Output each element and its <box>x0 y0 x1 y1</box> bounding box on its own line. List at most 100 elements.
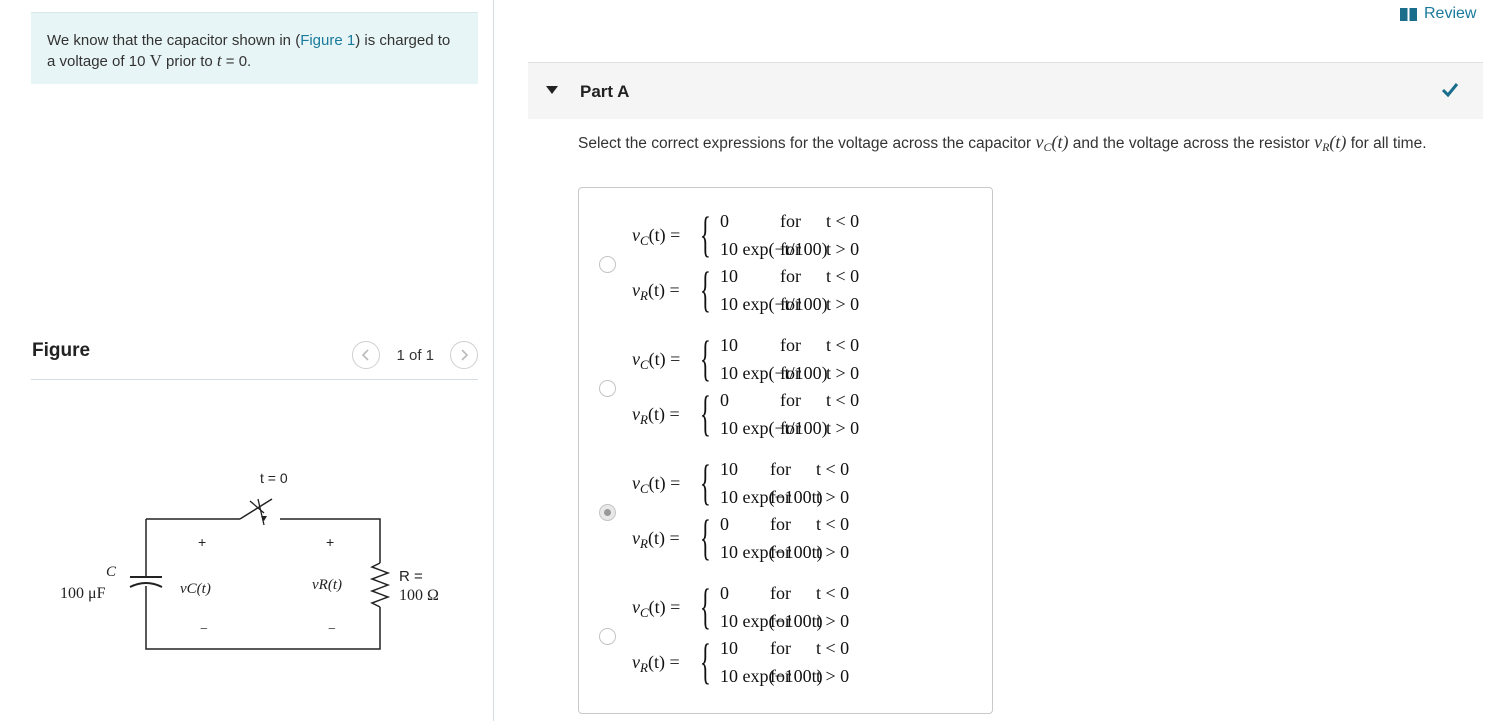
case-for: for <box>770 514 791 534</box>
book-icon <box>1400 7 1417 21</box>
vr-equation: vR(t) ={10 for t < 0 10 exp(−t/100) for t > 0 <box>632 261 972 319</box>
brace-symbol: { <box>700 330 711 386</box>
case-for: for <box>770 611 791 631</box>
radio-button[interactable] <box>599 628 616 645</box>
prev-figure-button[interactable] <box>352 341 381 369</box>
vr-equation: vR(t) ={0 for t < 0 10 exp(−100t) for t > 0 <box>632 509 972 567</box>
radio-button[interactable] <box>599 504 616 521</box>
radio-button[interactable] <box>599 256 616 273</box>
vc-equation: vC(t) ={0 for t < 0 10 exp(−t/100) for t > 0 <box>632 206 972 264</box>
lhs-var: v <box>632 528 640 548</box>
case-condition: t < 0 <box>816 583 850 603</box>
vr-equation: vR(t) ={0 for t < 0 10 exp(−t/100) for t > 0 <box>632 385 972 443</box>
lhs-arg: (t) = <box>648 349 681 369</box>
problem-intro: We know that the capacitor shown in (Fig… <box>31 12 478 84</box>
lhs-arg: (t) = <box>648 473 681 493</box>
intro-unit: V <box>149 51 162 70</box>
equation-lhs: vR(t) = <box>632 404 680 428</box>
answer-option-2[interactable]: vC(t) ={10 for t < 0 10 exp(−t/100) for t > 0… <box>579 312 992 441</box>
lhs-sub: C <box>640 357 649 372</box>
case-for: for <box>780 239 801 259</box>
resistor-symbol: R = <box>399 568 423 585</box>
case-for: for <box>770 459 791 479</box>
left-pane: We know that the capacitor shown in (Fig… <box>0 0 494 721</box>
question-vr: vR(t) <box>1314 132 1347 154</box>
case-expression: 10 exp(−t/100) <box>720 363 828 383</box>
lhs-arg: (t) = <box>647 652 680 672</box>
case-for: for <box>780 390 801 410</box>
chevron-left-icon <box>362 349 370 361</box>
answer-option-1[interactable]: vC(t) ={0 for t < 0 10 exp(−t/100) for t > 0v… <box>579 188 992 317</box>
lhs-arg: (t) = <box>647 528 680 548</box>
vc-sub: C <box>1043 140 1052 154</box>
lhs-var: v <box>632 225 640 245</box>
lhs-sub: R <box>640 288 648 303</box>
lhs-sub: C <box>640 233 649 248</box>
vc-plus: + <box>198 534 206 550</box>
capacitor-symbol: C <box>106 564 117 580</box>
question-text-1: Select the correct expressions for the v… <box>578 135 1036 152</box>
answer-option-4[interactable]: vC(t) ={0 for t < 0 10 exp(−100t) for t > 0 vR… <box>579 560 992 689</box>
equation-lhs: vC(t) = <box>632 225 680 249</box>
lhs-sub: R <box>640 412 648 427</box>
case-condition: t > 0 <box>826 239 860 259</box>
figure-pager: 1 of 1 <box>352 340 478 370</box>
brace-symbol: { <box>700 633 711 689</box>
question-text: Select the correct expressions for the v… <box>578 131 1458 158</box>
vc-equation: vC(t) ={10 for t < 0 10 exp(−t/100) for t > 0 <box>632 330 972 388</box>
lhs-arg: (t) = <box>647 280 680 300</box>
case-for: for <box>780 211 801 231</box>
case-expression: 10 <box>720 459 738 479</box>
switch-label: t = 0 <box>260 470 288 486</box>
case-for: for <box>770 666 791 686</box>
case-expression: 0 <box>720 211 729 231</box>
case-expression: 0 <box>720 583 729 603</box>
case-condition: t < 0 <box>816 638 850 658</box>
lhs-arg: (t) = <box>647 404 680 424</box>
case-condition: t < 0 <box>816 459 850 479</box>
part-a-header[interactable]: Part A <box>528 62 1483 119</box>
case-for: for <box>780 266 801 286</box>
equation-lhs: vR(t) = <box>632 528 680 552</box>
case-expression: 10 <box>720 638 738 658</box>
case-for: for <box>780 335 801 355</box>
lhs-var: v <box>632 404 640 424</box>
lhs-sub: R <box>640 536 648 551</box>
figure-header: Figure 1 of 1 <box>31 336 478 380</box>
case-condition: t < 0 <box>826 390 860 410</box>
case-for: for <box>770 638 791 658</box>
case-condition: t > 0 <box>826 363 860 383</box>
case-condition: t < 0 <box>816 514 850 534</box>
answer-options: vC(t) ={0 for t < 0 10 exp(−t/100) for t > 0v… <box>578 187 993 714</box>
vr-arg: (t) <box>1329 132 1347 152</box>
answer-option-3[interactable]: vC(t) ={10 for t < 0 10 exp(−100t) for t > 0v… <box>579 436 992 565</box>
case-condition: t > 0 <box>816 666 850 686</box>
figure-link[interactable]: Figure 1 <box>300 32 355 49</box>
case-expression: 10 <box>720 335 738 355</box>
intro-text-4: = 0. <box>221 53 252 70</box>
lhs-var: v <box>632 652 640 672</box>
brace-symbol: { <box>700 206 711 262</box>
brace-symbol: { <box>700 454 711 510</box>
equation-lhs: vC(t) = <box>632 349 680 373</box>
case-expression: 0 <box>720 390 729 410</box>
radio-button[interactable] <box>599 380 616 397</box>
review-link[interactable]: Review <box>1400 5 1476 23</box>
case-condition: t < 0 <box>826 335 860 355</box>
vc-minus: − <box>200 622 208 637</box>
checkmark-icon <box>1441 83 1459 98</box>
intro-text-1: We know that the capacitor shown in ( <box>47 32 301 49</box>
vr-minus: − <box>328 622 336 637</box>
next-figure-button[interactable] <box>450 341 478 369</box>
vr-label: vR(t) <box>312 577 342 593</box>
brace-symbol: { <box>700 578 711 634</box>
brace-symbol: { <box>700 509 711 565</box>
equation-lhs: vC(t) = <box>632 473 680 497</box>
vc-label: vC(t) <box>180 581 211 597</box>
lhs-sub: C <box>640 481 649 496</box>
equation-lhs: vR(t) = <box>632 280 680 304</box>
part-title: Part A <box>580 82 630 101</box>
case-expression: 10 <box>720 266 738 286</box>
capacitor-value: 100 μF <box>60 585 106 602</box>
lhs-var: v <box>632 597 640 617</box>
